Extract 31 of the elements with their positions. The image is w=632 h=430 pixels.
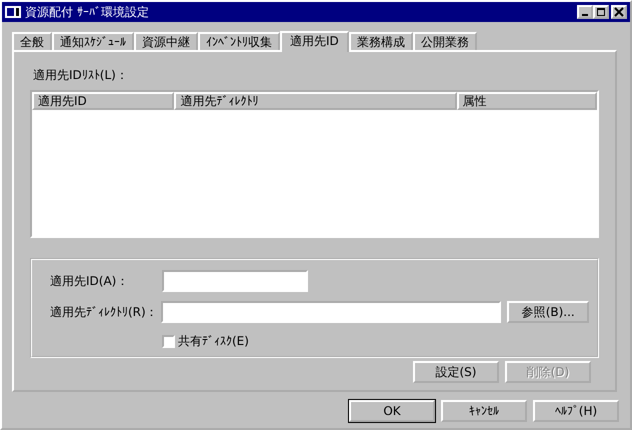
checkbox-label: 共有ﾃﾞｨｽｸ(E) — [178, 333, 249, 350]
browse-button[interactable]: 参照(B)... — [507, 301, 589, 323]
field-label: 適用先ID(A)： — [50, 273, 130, 290]
tab[interactable]: 全般 — [12, 32, 52, 50]
maximize-icon — [596, 7, 606, 17]
close-button[interactable] — [611, 5, 627, 19]
tab[interactable]: ｲﾝﾍﾞﾝﾄﾘ収集 — [198, 32, 280, 50]
set-button[interactable]: 設定(S) — [413, 361, 499, 383]
maximize-button[interactable] — [593, 5, 609, 19]
tab[interactable]: 公開業務 — [412, 32, 477, 50]
ok-button[interactable]: OK — [349, 400, 435, 422]
tab[interactable]: 業務構成 — [348, 32, 413, 50]
close-icon — [614, 7, 624, 17]
column-header[interactable]: 適用先ID — [32, 92, 174, 110]
list-label: 適用先IDﾘｽﾄ(L)： — [33, 67, 129, 84]
directory-input-field[interactable] — [161, 301, 502, 323]
tab[interactable]: 通知ｽｹｼﾞｭｰﾙ — [52, 32, 134, 50]
column-header[interactable]: 属性 — [456, 92, 597, 110]
minimize-button[interactable] — [577, 5, 593, 19]
window-title: 資源配付 ｻｰﾊﾞ環境設定 — [25, 4, 150, 21]
id-list[interactable]: 適用先ID 適用先ﾃﾞｨﾚｸﾄﾘ 属性 — [30, 90, 599, 238]
app-icon — [5, 5, 21, 19]
field-label: 適用先ﾃﾞｨﾚｸﾄﾘ(R)： — [50, 304, 159, 321]
tab[interactable]: 資源中継 — [134, 32, 198, 50]
column-header[interactable]: 適用先ﾃﾞｨﾚｸﾄﾘ — [174, 92, 457, 110]
cancel-button[interactable]: ｷｬﾝｾﾙ — [441, 400, 527, 422]
minimize-icon — [582, 14, 588, 16]
id-input-field[interactable] — [162, 270, 308, 292]
checkbox[interactable] — [162, 334, 175, 348]
tab[interactable]: 適用先ID — [280, 31, 349, 52]
help-button[interactable]: ﾍﾙﾌﾟ(H) — [533, 400, 619, 422]
